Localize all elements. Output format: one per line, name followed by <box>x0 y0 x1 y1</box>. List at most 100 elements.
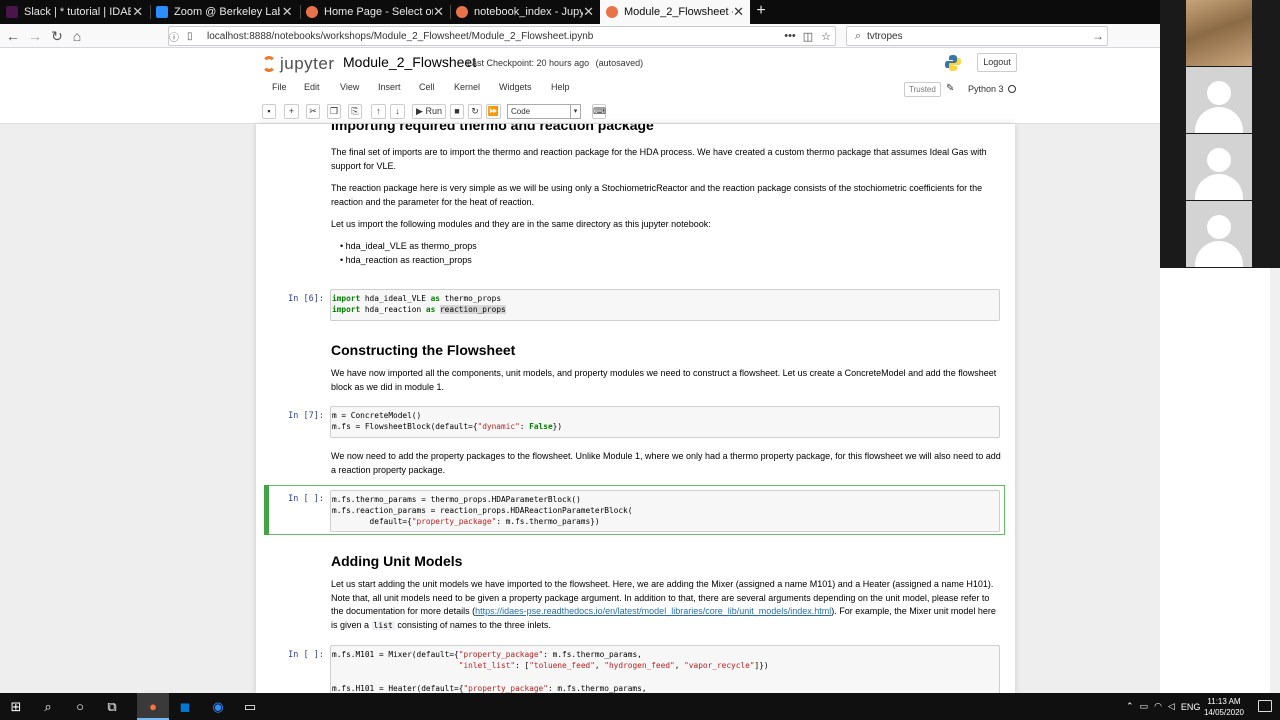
search-icon[interactable]: ⌕ <box>32 693 64 720</box>
avatar-body-icon <box>1195 174 1243 200</box>
zoom-participant-avatar[interactable] <box>1186 134 1252 200</box>
close-icon[interactable]: ✕ <box>733 4 744 20</box>
browser-tab-module-2[interactable]: Module_2_Flowsheet - Jupyter ✕ <box>600 0 750 24</box>
close-icon[interactable]: ✕ <box>131 4 144 20</box>
code-line: "inlet_list": ["toluene_feed", "hydrogen… <box>458 661 769 670</box>
tab-label: Slack | * tutorial | IDAES <box>24 6 132 18</box>
cell-prompt: In [6]: <box>288 294 324 304</box>
run-icon: ▶ <box>416 106 423 116</box>
kernel-idle-indicator-icon <box>1008 85 1016 93</box>
paragraph-text: consisting of names to the three inlets. <box>397 619 551 630</box>
markdown-paragraph: The reaction package here is very simple… <box>331 183 983 207</box>
bookmark-star-icon[interactable]: ☆ <box>817 30 835 43</box>
menu-kernel[interactable]: Kernel <box>454 82 480 92</box>
jupyter-logo[interactable]: jupyter <box>262 54 335 74</box>
code-line: m.fs.M101 = Mixer(default={"property_pac… <box>332 650 642 659</box>
logout-button[interactable]: Logout <box>977 53 1017 72</box>
search-go-icon[interactable]: → <box>1089 29 1107 43</box>
code-cell[interactable]: m = ConcreteModel() m.fs = FlowsheetBloc… <box>330 406 1000 438</box>
browser-tab-zoom[interactable]: Zoom @ Berkeley Lab ✕ <box>150 0 300 24</box>
url-bar[interactable]: ⓘ ▯ localhost:8888/notebooks/workshops/M… <box>168 26 836 46</box>
new-tab-button[interactable]: + <box>752 0 770 24</box>
markdown-paragraph: We have now imported all the components,… <box>331 368 997 392</box>
paste-icon[interactable]: ⎘ <box>348 104 362 119</box>
browser-tab-slack[interactable]: Slack | * tutorial | IDAES ✕ <box>0 0 150 24</box>
code-line: import hda_ideal_VLE as thermo_props <box>332 294 502 303</box>
clock[interactable]: 11:13 AM 14/05/2020 <box>1196 696 1252 718</box>
zoom-icon <box>156 6 168 18</box>
run-button[interactable]: ▶ Run <box>412 104 446 119</box>
edit-mode-pencil-icon: ✎ <box>946 83 955 94</box>
notebook-container: Importing required thermo and reaction p… <box>256 124 1015 693</box>
code-cell[interactable]: import hda_ideal_VLE as thermo_props imp… <box>330 289 1000 321</box>
code-line: m.fs.H101 = Heater(default={"property_pa… <box>332 684 647 693</box>
jupyter-logo-text: jupyter <box>280 54 335 73</box>
insert-cell-icon[interactable]: + <box>284 104 299 119</box>
code-line: m.fs.reaction_params = reaction_props.HD… <box>332 506 633 515</box>
menu-cell[interactable]: Cell <box>419 82 435 92</box>
command-palette-icon[interactable]: ⌨ <box>592 104 606 119</box>
chevron-up-icon[interactable]: ⌃ <box>1126 701 1134 712</box>
menu-file[interactable]: File <box>272 82 287 92</box>
kernel-name: Python 3 <box>968 84 1004 94</box>
browser-tab-notebook-index[interactable]: notebook_index - Jupyter Note ✕ <box>450 0 600 24</box>
notebook-name[interactable]: Module_2_Flowsheet <box>343 54 476 70</box>
close-icon[interactable]: ✕ <box>280 4 294 20</box>
reload-icon[interactable]: ↻ <box>48 27 66 45</box>
terminal-icon[interactable]: ▭ <box>234 693 266 720</box>
zoom-participant-video[interactable] <box>1186 0 1252 66</box>
menu-widgets[interactable]: Widgets <box>499 82 532 92</box>
home-icon[interactable]: ⌂ <box>68 27 86 45</box>
interrupt-icon[interactable]: ■ <box>450 104 464 119</box>
windows-taskbar: ⊞ ⌕ ○ ⧉ ● ◼ ◉ ▭ ⌃ ▭ ◠ ◁ ENG 11:13 AM 14/… <box>0 693 1280 720</box>
windows-start-icon[interactable]: ⊞ <box>0 693 32 720</box>
system-tray: ⌃ ▭ ◠ ◁ ENG <box>1126 693 1200 720</box>
tab-label: notebook_index - Jupyter Note <box>474 6 584 18</box>
pocket-icon[interactable]: ◫ <box>799 30 817 43</box>
save-icon[interactable]: ▪ <box>262 104 276 119</box>
cut-icon[interactable]: ✂ <box>306 104 320 119</box>
cortana-icon[interactable]: ○ <box>64 693 96 720</box>
cell-type-select[interactable]: Code ▾ <box>507 104 581 119</box>
browser-tab-home[interactable]: Home Page - Select or create a ✕ <box>300 0 450 24</box>
more-icon[interactable]: ••• <box>781 30 799 42</box>
code-line: m.fs.thermo_params = thermo_props.HDAPar… <box>332 495 581 504</box>
close-icon[interactable]: ✕ <box>433 4 444 20</box>
zoom-participant-avatar[interactable] <box>1186 201 1252 267</box>
run-label: Run <box>425 106 442 116</box>
markdown-paragraph: Let us start adding the unit models we h… <box>331 578 1001 632</box>
code-cell[interactable]: m.fs.M101 = Mixer(default={"property_pac… <box>330 645 1000 693</box>
menu-edit[interactable]: Edit <box>304 82 320 92</box>
url-text[interactable]: localhost:8888/notebooks/workshops/Modul… <box>207 31 781 42</box>
cell-prompt: In [ ]: <box>288 650 324 660</box>
markdown-paragraph: We now need to add the property packages… <box>331 451 1001 475</box>
zoom-icon[interactable]: ◉ <box>202 693 234 720</box>
zoom-participant-avatar[interactable] <box>1186 67 1252 133</box>
volume-icon[interactable]: ◁ <box>1168 701 1175 712</box>
restart-run-all-icon[interactable]: ⏩ <box>486 104 501 119</box>
jupyter-icon <box>606 6 618 18</box>
forward-icon[interactable]: → <box>26 27 44 45</box>
copy-icon[interactable]: ❐ <box>327 104 341 119</box>
search-bar[interactable]: ⌕ tvtropes → <box>846 26 1108 46</box>
documentation-link[interactable]: https://idaes-pse.readthedocs.io/en/late… <box>475 606 831 616</box>
info-icon[interactable]: ⓘ <box>169 29 183 44</box>
firefox-icon[interactable]: ● <box>137 693 169 720</box>
code-cell-selected[interactable]: m.fs.thermo_params = thermo_props.HDAPar… <box>330 490 1000 532</box>
menu-insert[interactable]: Insert <box>378 82 401 92</box>
search-input[interactable]: tvtropes <box>867 31 1089 42</box>
task-view-icon[interactable]: ⧉ <box>96 693 128 720</box>
close-icon[interactable]: ✕ <box>583 4 594 20</box>
wifi-icon[interactable]: ◠ <box>1154 701 1162 712</box>
jupyter-icon <box>456 6 468 18</box>
outlook-icon[interactable]: ◼ <box>169 693 201 720</box>
move-up-icon[interactable]: ↑ <box>371 104 386 119</box>
notification-icon[interactable] <box>1258 700 1272 712</box>
menu-view[interactable]: View <box>340 82 359 92</box>
trusted-indicator[interactable]: Trusted <box>904 82 941 97</box>
move-down-icon[interactable]: ↓ <box>390 104 405 119</box>
network-icon[interactable]: ▭ <box>1140 701 1149 712</box>
restart-icon[interactable]: ↻ <box>468 104 482 119</box>
back-icon[interactable]: ← <box>4 27 22 45</box>
menu-help[interactable]: Help <box>551 82 570 92</box>
